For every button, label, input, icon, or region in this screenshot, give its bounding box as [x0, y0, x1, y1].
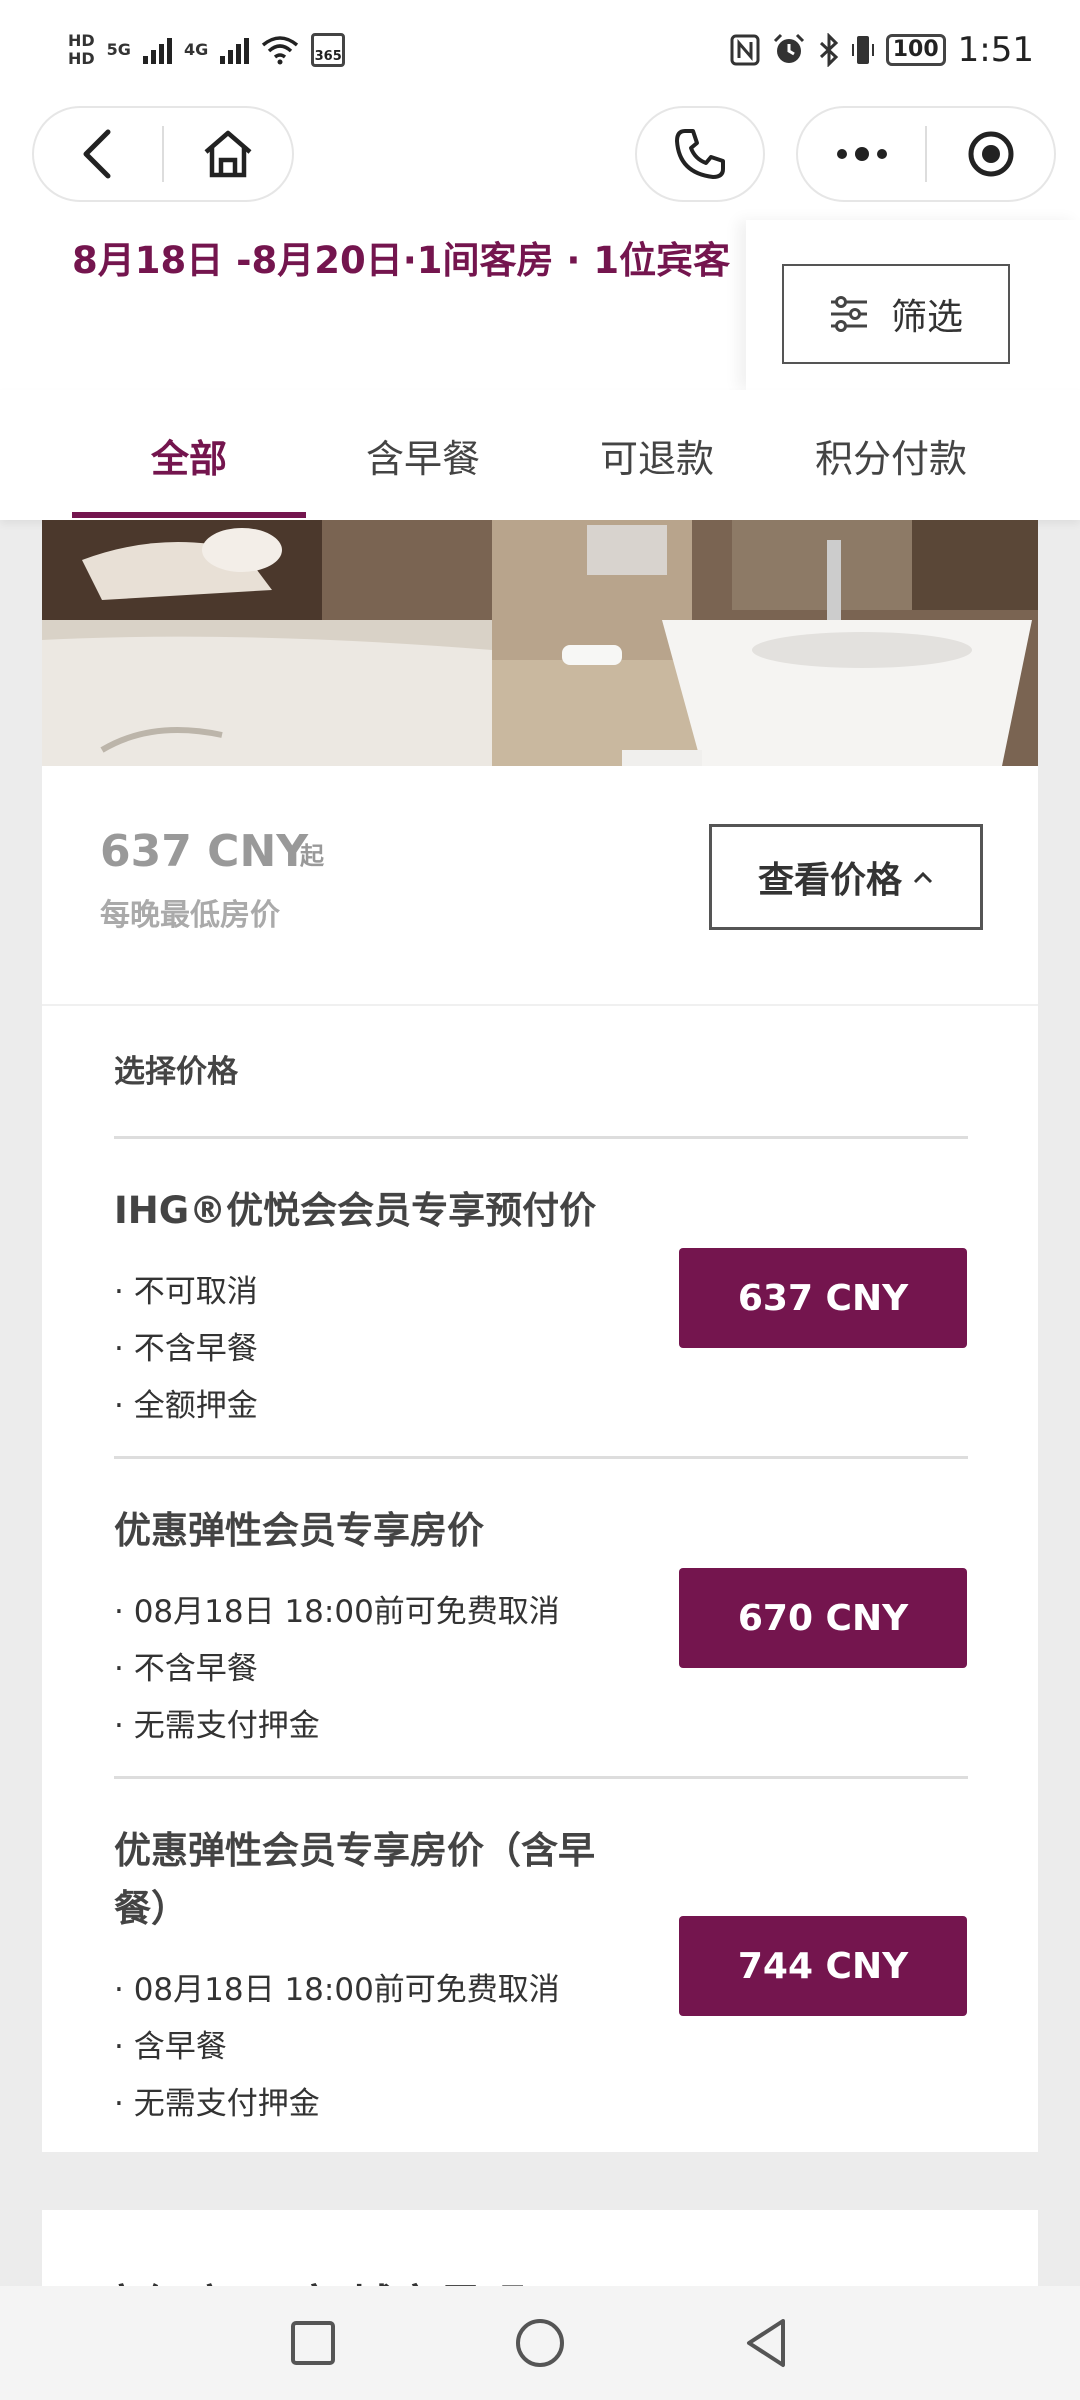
- lowest-price: 637 CNY: [100, 826, 309, 877]
- battery-indicator: 100: [885, 34, 946, 66]
- capsule-menu: [796, 106, 1056, 202]
- bathroom-illustration: [42, 520, 1038, 766]
- status-left-icons: HD HD 5G 4G 365: [68, 33, 346, 67]
- more-button[interactable]: [798, 108, 925, 200]
- select-rate-button[interactable]: 637 CNY: [679, 1248, 967, 1348]
- signal-1-icon: [142, 36, 172, 64]
- tab-breakfast[interactable]: 含早餐: [306, 390, 540, 520]
- search-summary-header: 8月18日 -8月20日·1间客房 · 1位宾客 筛选: [0, 220, 1080, 390]
- nfc-icon: [730, 34, 760, 66]
- recents-square-icon[interactable]: [289, 2319, 337, 2367]
- rates-panel: 选择价格 IHG®优悦会会员专享预付价 · 不可取消 · 不含早餐 · 全额押金…: [42, 1004, 1038, 2152]
- signal-2-icon: [220, 36, 250, 64]
- rate-condition: · 无需支付押金: [114, 1708, 320, 1744]
- rate-condition: · 08月18日 18:00前可免费取消: [114, 1594, 560, 1630]
- alarm-icon: [773, 33, 804, 63]
- home-button[interactable]: [164, 108, 292, 200]
- back-button[interactable]: [34, 108, 162, 200]
- nav-back-home-group: [32, 106, 294, 202]
- select-rate-button[interactable]: 670 CNY: [679, 1568, 967, 1668]
- close-mini-program-button[interactable]: [927, 108, 1054, 200]
- rate-name: 优惠弹性会员专享房价（含早餐）: [114, 1829, 595, 1930]
- view-price-label: 查看价格: [757, 860, 902, 901]
- rate-condition: · 不含早餐: [114, 1651, 258, 1687]
- tab-points[interactable]: 积分付款: [774, 390, 1008, 520]
- system-navigation-bar: [0, 2286, 1080, 2400]
- divider: [114, 1136, 968, 1139]
- view-price-button[interactable]: 查看价格: [709, 824, 983, 930]
- calendar-badge: 365: [314, 49, 342, 64]
- status-right-icons: 100 1:51: [730, 30, 1034, 70]
- wifi-icon: [262, 36, 299, 65]
- chevron-left-icon: [83, 129, 111, 179]
- hd-label-2: HD: [68, 49, 95, 68]
- rates-title: 选择价格: [114, 1054, 238, 1090]
- home-circle-icon[interactable]: [514, 2317, 566, 2369]
- vibrate-icon: [851, 36, 874, 64]
- price-note: 每晚最低房价: [100, 898, 280, 933]
- rate-condition: · 无需支付押金: [114, 2086, 320, 2122]
- chevron-up-icon: [913, 871, 933, 884]
- more-dots-icon: [836, 147, 887, 161]
- status-time: 1:51: [957, 30, 1034, 70]
- filter-label: 筛选: [890, 297, 963, 338]
- net-5g-label: 5G: [106, 40, 131, 59]
- back-triangle-icon[interactable]: [743, 2317, 791, 2369]
- rate-condition: · 全额押金: [114, 1388, 258, 1424]
- rate-name: 优惠弹性会员专享房价: [114, 1509, 484, 1552]
- phone-button[interactable]: [635, 106, 765, 202]
- rate-condition: · 不含早餐: [114, 1331, 258, 1367]
- phone-icon: [675, 129, 725, 179]
- hd-label-1: HD: [68, 31, 95, 50]
- divider: [114, 1776, 968, 1779]
- bluetooth-icon: [819, 33, 838, 67]
- home-icon: [204, 130, 252, 178]
- status-bar: HD HD 5G 4G 365 100 1:51: [0, 0, 1080, 100]
- price-from-suffix: 起: [300, 842, 324, 870]
- rate-condition: · 不可取消: [114, 1274, 258, 1310]
- filter-button[interactable]: 筛选: [782, 264, 1010, 364]
- net-4g-label: 4G: [183, 40, 209, 59]
- mini-program-nav: [0, 100, 1080, 220]
- sliders-icon: [830, 296, 867, 332]
- hd-indicator: HD HD: [68, 33, 95, 67]
- filter-panel: 筛选: [746, 220, 1080, 390]
- select-rate-button[interactable]: 744 CNY: [679, 1916, 967, 2016]
- tab-all[interactable]: 全部: [72, 390, 306, 520]
- active-tab-indicator: [72, 512, 306, 518]
- booking-summary[interactable]: 8月18日 -8月20日·1间客房 · 1位宾客: [72, 230, 730, 284]
- tab-refundable[interactable]: 可退款: [540, 390, 774, 520]
- rate-filter-tabs: 全部 含早餐 可退款 积分付款: [0, 390, 1080, 520]
- rate-condition: · 含早餐: [114, 2029, 227, 2065]
- room-photo[interactable]: [42, 520, 1038, 766]
- calendar-icon: 365: [311, 33, 346, 67]
- rate-name: IHG®优悦会会员专享预付价: [114, 1189, 597, 1232]
- rate-condition: · 08月18日 18:00前可免费取消: [114, 1972, 560, 2008]
- divider: [114, 1456, 968, 1459]
- target-icon: [968, 131, 1013, 177]
- room-card: 637 CNY 起 每晚最低房价 查看价格 选择价格 IHG®优悦会会员专享预付…: [42, 766, 1038, 2152]
